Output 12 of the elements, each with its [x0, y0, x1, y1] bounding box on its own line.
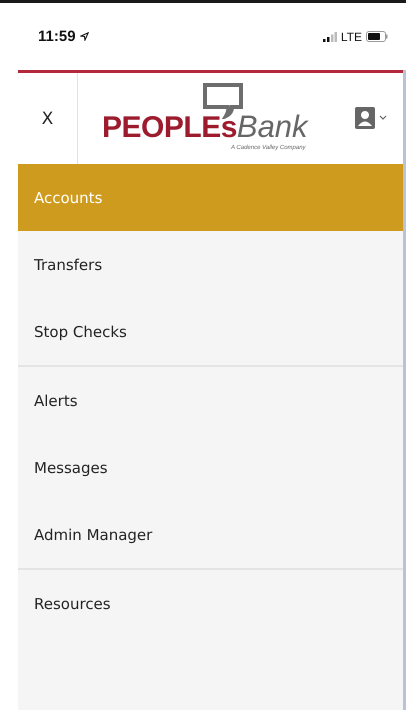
battery-icon: [366, 31, 388, 42]
menu-item[interactable]: Alerts: [18, 367, 403, 434]
user-menu-icon[interactable]: [355, 106, 389, 130]
menu-item[interactable]: Transfers: [18, 231, 403, 298]
status-time: 11:59: [38, 28, 76, 45]
menu-item[interactable]: Resources: [18, 570, 403, 637]
signal-icon: [322, 32, 337, 42]
location-icon: [80, 32, 89, 41]
menu-item[interactable]: Stop Checks: [18, 298, 403, 365]
network-label: LTE: [340, 30, 362, 44]
menu-item[interactable]: Admin Manager: [18, 501, 403, 568]
menu-item[interactable]: Messages: [18, 434, 403, 501]
